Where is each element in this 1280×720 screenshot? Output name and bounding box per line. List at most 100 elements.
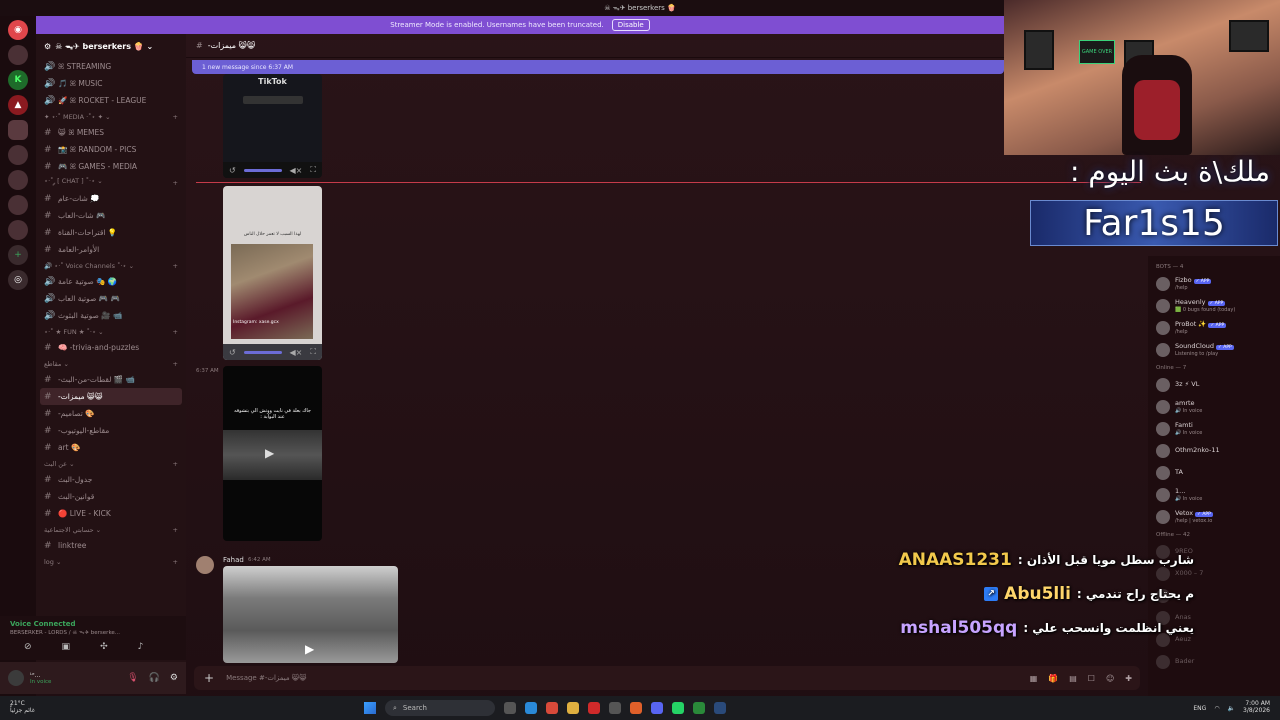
voice-channel-item[interactable]: 🔊 صوتية عامة 🎭 🌍	[36, 273, 186, 290]
server-icon-3[interactable]: ▲	[8, 95, 28, 115]
server-icon-1[interactable]	[8, 45, 28, 65]
text-channel-item[interactable]: # جدول-البث	[36, 471, 186, 488]
text-channel-item[interactable]: # art 🎨	[36, 439, 186, 456]
text-channel-item[interactable]: # 😸 ꕤ MEMES	[36, 124, 186, 141]
server-icon-8[interactable]	[8, 220, 28, 240]
edge-icon[interactable]	[525, 702, 537, 714]
screen-share-icon[interactable]: ▣	[62, 642, 71, 652]
video-attachment-4[interactable]: ▶	[223, 566, 398, 663]
channel-category[interactable]: مقاطع ⌄ +	[36, 356, 186, 371]
task-view-icon[interactable]	[504, 702, 516, 714]
text-channel-item[interactable]: # linktree	[36, 537, 186, 554]
mute-icon[interactable]: ◀×	[290, 166, 303, 175]
channel-category[interactable]: عن البث ⌄ +	[36, 456, 186, 471]
headphones-muted-icon[interactable]: 🎧	[149, 673, 160, 683]
text-channel-item[interactable]: # 🔴 LIVE - KICK	[36, 505, 186, 522]
gif-icon[interactable]: ▤	[1069, 674, 1077, 683]
discover-icon[interactable]: ◎	[8, 270, 28, 290]
member-item[interactable]: ProBot ✨ ✓ APP/help	[1156, 317, 1272, 339]
member-item[interactable]: Famti 🔊 In voice	[1156, 418, 1272, 440]
member-item[interactable]: 1... 🔊 In voice	[1156, 484, 1272, 506]
voice-channel-item[interactable]: 🔊 ꕤ STREAMING	[36, 58, 186, 75]
gift-icon[interactable]: 🎁	[1048, 674, 1058, 683]
voice-channel-item[interactable]: 🔊 صوتية العاب 🎮 🎮	[36, 290, 186, 307]
text-channel-item[interactable]: # 🧠 -trivia-and-puzzles	[36, 339, 186, 356]
server-icon-kick[interactable]: K	[8, 70, 28, 90]
message-input[interactable]: + Message #-ميمزات 😸😸 ▦ 🎁 ▤ ☐ ☺ ✚	[194, 666, 1140, 690]
volume-bar[interactable]	[243, 168, 282, 172]
server-icon-selected[interactable]	[8, 120, 28, 140]
replay-icon[interactable]: ↺	[229, 348, 236, 357]
soundboard-icon[interactable]: ♪	[138, 642, 144, 652]
volume-bar[interactable]	[243, 350, 282, 354]
member-item[interactable]: Heavenly ✓ APP 🟩 0 bugs found (today)	[1156, 295, 1272, 317]
add-channel-icon[interactable]: +	[173, 328, 178, 336]
video-attachment-1[interactable]: TikTok ↺ ◀× ⛶	[223, 74, 322, 178]
play-icon[interactable]: ▶	[265, 446, 274, 460]
user-settings-icon[interactable]: ⚙	[170, 673, 178, 683]
volume-icon[interactable]: 🔈	[1228, 705, 1235, 712]
discord-home-icon[interactable]: ◉	[8, 20, 28, 40]
server-icon-5[interactable]	[8, 145, 28, 165]
disable-streamer-button[interactable]: Disable	[611, 19, 650, 31]
text-channel-item[interactable]: # 📸 ꕤ RANDOM - PICS	[36, 141, 186, 158]
text-channel-item[interactable]: # اقتراحات-القناة 💡	[36, 224, 186, 241]
text-channel-item[interactable]: # -لقطات-من-البث 🎬 📹	[36, 371, 186, 388]
member-item[interactable]: Fizbo ✓ APP/help	[1156, 273, 1272, 295]
mic-muted-icon[interactable]: 🎙	[127, 673, 138, 683]
channel-category[interactable]: 🔊 ⋆·˚ Voice Channels ˚·⋆ ⌄ +	[36, 258, 186, 273]
text-channel-item[interactable]: # شات-العاب 🎮	[36, 207, 186, 224]
add-server-icon[interactable]: +	[8, 245, 28, 265]
voice-channel-item[interactable]: 🔊 صوتية البثوث 🎥 📹	[36, 307, 186, 324]
apps-icon[interactable]: ✚	[1125, 674, 1132, 683]
brave-icon[interactable]	[630, 702, 642, 714]
language-indicator[interactable]: ENG	[1193, 705, 1206, 712]
sticker-icon[interactable]: ☐	[1088, 674, 1095, 683]
avatar[interactable]	[8, 670, 24, 686]
camera-off-icon[interactable]: ⊘	[24, 642, 32, 652]
start-icon[interactable]	[364, 702, 376, 714]
folder-icon[interactable]	[567, 702, 579, 714]
author-avatar[interactable]	[196, 556, 214, 574]
taskbar-search[interactable]: ⌕ Search	[385, 700, 495, 716]
channel-category[interactable]: log ⌄ +	[36, 554, 186, 569]
activity-icon[interactable]: ✣	[100, 642, 108, 652]
member-item[interactable]: amrte 🔊 In voice	[1156, 396, 1272, 418]
server-icon-6[interactable]	[8, 170, 28, 190]
clock[interactable]: 7:00 AM 3/8/2026	[1243, 700, 1270, 715]
text-channel-item[interactable]: # قوانين-البث	[36, 488, 186, 505]
member-item[interactable]: SoundCloud ✓ APP Listening to /play	[1156, 339, 1272, 361]
voice-channel-name[interactable]: BERSERKER - LORDS / ☠ ᯓ✈ berserke...	[10, 628, 176, 636]
add-channel-icon[interactable]: +	[173, 526, 178, 534]
discord-taskbar-icon[interactable]	[651, 702, 663, 714]
add-channel-icon[interactable]: +	[173, 558, 178, 566]
message-author[interactable]: Fahad	[223, 556, 244, 564]
channel-category[interactable]: ⋆·˚ ༘ [ CHAT ] ˚·⋆ ⌄ +	[36, 175, 186, 190]
add-channel-icon[interactable]: +	[173, 262, 178, 270]
text-channel-item[interactable]: # -ميمزات 😸😸	[40, 388, 182, 405]
new-messages-bar[interactable]: 1 new message since 6:37 AM	[192, 60, 1004, 74]
weather-widget[interactable]: 21°C غائم جزئياً	[6, 701, 35, 714]
member-item[interactable]: Othm2nko-11	[1156, 440, 1272, 462]
video-attachment-3[interactable]: جاك بعلة في نايت ووتش الي بتشوفه عند الب…	[223, 366, 322, 541]
voice-channel-item[interactable]: 🔊 🎵 ꕤ MUSIC	[36, 75, 186, 92]
fullscreen-icon[interactable]: ⛶	[310, 347, 316, 357]
video-attachment-2[interactable]: لهذا السبب لا تعمر حلال الناس Instagram:…	[223, 186, 322, 360]
app-launcher-icon[interactable]: ▦	[1030, 674, 1038, 683]
text-channel-item[interactable]: # الأوامر-العامة	[36, 241, 186, 258]
channel-category[interactable]: ✦ ⋆·˚ MEDIA ·˚⋆ ✦ ⌄ +	[36, 109, 186, 124]
xbox-icon[interactable]	[693, 702, 705, 714]
channel-category[interactable]: حسابتي الاجتماعية ⌄ +	[36, 522, 186, 537]
steam-icon[interactable]	[714, 702, 726, 714]
emoji-icon[interactable]: ☺	[1106, 674, 1114, 683]
text-channel-item[interactable]: # -تصاميم 🎨	[36, 405, 186, 422]
text-channel-item[interactable]: # -مقاطع-اليوتيوب	[36, 422, 186, 439]
server-header[interactable]: ⚙ ☠ ᯓ✈ berserkers 🍿 ⌄	[36, 34, 186, 58]
add-channel-icon[interactable]: +	[173, 179, 178, 187]
mute-icon[interactable]: ◀×	[290, 348, 303, 357]
wifi-icon[interactable]: ◠	[1214, 705, 1219, 712]
whatsapp-icon[interactable]	[672, 702, 684, 714]
channel-category[interactable]: ⋆·˚ ★ FUN ★ ˚·⋆ ⌄ +	[36, 324, 186, 339]
add-channel-icon[interactable]: +	[173, 460, 178, 468]
app-icon[interactable]	[609, 702, 621, 714]
